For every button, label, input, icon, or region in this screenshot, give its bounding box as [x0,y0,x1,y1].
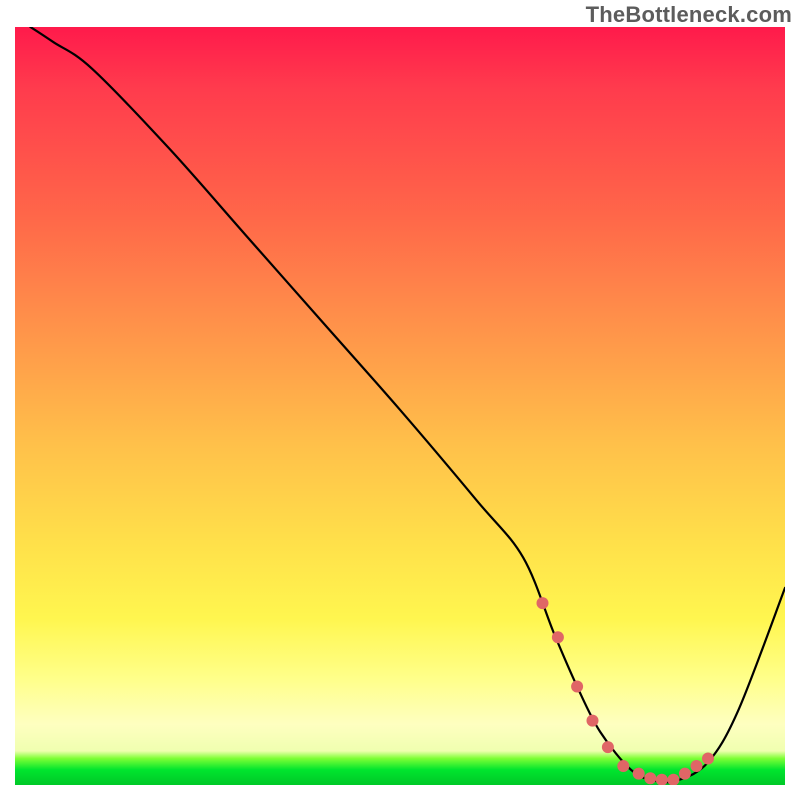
bottleneck-curve [30,27,785,782]
chart-container: TheBottleneck.com [0,0,800,800]
optimal-marker [679,768,691,780]
optimal-marker [587,715,599,727]
optimal-marker [667,774,679,785]
optimal-marker [702,753,714,765]
optimal-marker [633,768,645,780]
optimal-marker [644,772,656,784]
watermark-text: TheBottleneck.com [586,2,792,28]
plot-area [15,27,785,785]
optimal-marker [552,631,564,643]
optimal-marker [602,741,614,753]
optimal-marker [617,760,629,772]
optimal-marker [656,774,668,785]
chart-overlay-svg [15,27,785,785]
optimal-range-markers [537,597,715,785]
optimal-marker [691,760,703,772]
optimal-marker [537,597,549,609]
optimal-marker [571,681,583,693]
